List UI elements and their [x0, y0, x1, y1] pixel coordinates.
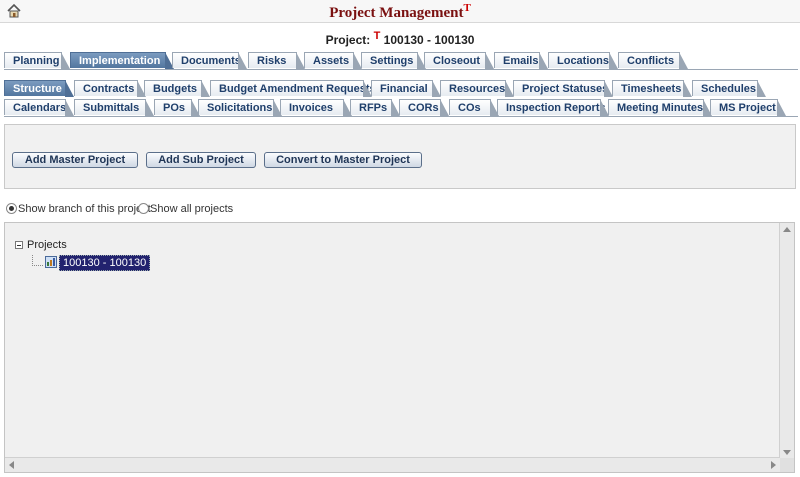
- project-line: Project: T 100130 - 100130: [0, 30, 800, 47]
- tree-root-label[interactable]: Projects: [27, 239, 67, 251]
- tab-budgets[interactable]: Budgets: [144, 80, 210, 97]
- tab-inspection-reports[interactable]: Inspection Reports: [497, 99, 609, 116]
- convert-to-master-button[interactable]: Convert to Master Project: [264, 152, 422, 168]
- tab-submittals[interactable]: Submittals: [74, 99, 154, 116]
- top-bar: Project ManagementT: [0, 0, 800, 23]
- show-all-radio[interactable]: [138, 203, 149, 214]
- collapse-icon[interactable]: [15, 241, 23, 249]
- project-mark: T: [373, 30, 381, 42]
- add-master-project-button[interactable]: Add Master Project: [12, 152, 138, 168]
- show-branch-radio[interactable]: [6, 203, 17, 214]
- tab-rfps[interactable]: RFPs: [350, 99, 400, 116]
- tab-structure[interactable]: Structure: [4, 80, 74, 97]
- tab-solicitations[interactable]: Solicitations: [198, 99, 282, 116]
- tab-emails[interactable]: Emails: [494, 52, 548, 69]
- tab-closeout[interactable]: Closeout: [424, 52, 494, 69]
- title-mark: T: [463, 2, 471, 14]
- tab-budget-amendment-requests[interactable]: Budget Amendment Requests: [210, 80, 376, 97]
- tab-resources[interactable]: Resources: [440, 80, 514, 97]
- scroll-corner: [780, 458, 794, 472]
- project-icon: [45, 256, 57, 268]
- tab-timesheets[interactable]: Timesheets: [612, 80, 692, 97]
- tab-invoices[interactable]: Invoices: [280, 99, 352, 116]
- tree-connector-line: [32, 255, 43, 266]
- app-title: Project ManagementT: [329, 2, 471, 21]
- sub-tabs-divider: [4, 116, 798, 117]
- tab-risks[interactable]: Risks: [248, 52, 305, 69]
- show-branch-label[interactable]: Show branch of this project: [18, 203, 151, 215]
- scroll-right-icon[interactable]: [771, 461, 776, 469]
- tab-assets[interactable]: Assets: [304, 52, 362, 69]
- tab-documents[interactable]: Documents: [172, 52, 247, 69]
- tab-pos[interactable]: POs: [154, 99, 200, 116]
- tab-contracts[interactable]: Contracts: [74, 80, 146, 97]
- tab-planning[interactable]: Planning: [4, 52, 70, 69]
- tab-ms-project[interactable]: MS Project: [710, 99, 786, 116]
- horizontal-scrollbar[interactable]: [5, 457, 780, 472]
- tab-financial[interactable]: Financial: [371, 80, 441, 97]
- project-tree-panel: Projects 100130 - 100130: [4, 222, 795, 473]
- show-all-label[interactable]: Show all projects: [150, 203, 233, 215]
- project-id: 100130 - 100130: [383, 33, 475, 47]
- vertical-scrollbar[interactable]: [779, 223, 794, 459]
- project-prefix: Project:: [325, 33, 371, 47]
- tab-settings[interactable]: Settings: [361, 52, 426, 69]
- tab-project-statuses[interactable]: Project Statuses: [513, 80, 613, 97]
- structure-toolbar: Add Master Project Add Sub Project Conve…: [4, 124, 796, 189]
- tab-schedules[interactable]: Schedules: [692, 80, 766, 97]
- tab-locations[interactable]: Locations: [548, 52, 618, 69]
- tab-calendars[interactable]: Calendars: [4, 99, 74, 116]
- main-tabs-divider: [4, 69, 798, 70]
- tab-conflicts[interactable]: Conflicts: [618, 52, 688, 69]
- tab-cors[interactable]: CORs: [399, 99, 449, 116]
- tree-node-project[interactable]: 100130 - 100130: [59, 255, 151, 271]
- tab-implementation[interactable]: Implementation: [70, 52, 174, 69]
- add-sub-project-button[interactable]: Add Sub Project: [146, 152, 256, 168]
- scroll-up-icon[interactable]: [783, 227, 791, 232]
- tab-cos[interactable]: COs: [449, 99, 499, 116]
- tab-meeting-minutes[interactable]: Meeting Minutes: [608, 99, 712, 116]
- scroll-down-icon[interactable]: [783, 450, 791, 455]
- scroll-left-icon[interactable]: [9, 461, 14, 469]
